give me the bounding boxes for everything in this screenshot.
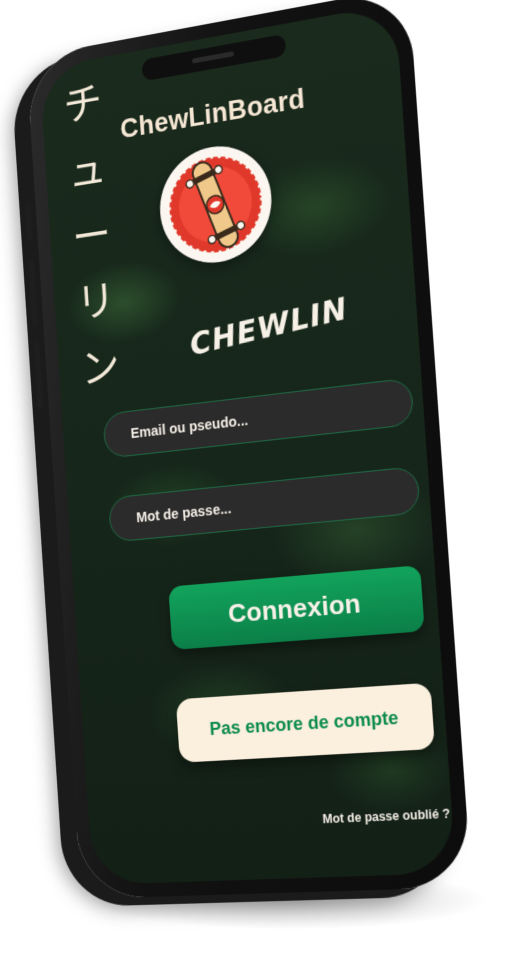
email-field[interactable] — [102, 377, 415, 459]
app-screen: チ ュ ー リ ン ChewLinBoard CHEWLIN Email ou … — [39, 3, 457, 885]
app-logo — [156, 137, 276, 270]
email-input[interactable] — [128, 396, 373, 443]
kana-char: ュ — [66, 143, 109, 197]
signup-button[interactable]: Pas encore de compte — [175, 682, 435, 763]
side-button — [33, 341, 44, 410]
kana-char: リ — [75, 275, 117, 329]
app-title: ChewLinBoard — [119, 83, 306, 145]
stage: チ ュ ー リ ン ChewLinBoard CHEWLIN Email ou … — [0, 0, 510, 959]
side-button — [24, 202, 33, 242]
password-input[interactable] — [133, 484, 379, 527]
phone-mockup: チ ュ ー リ ン ChewLinBoard CHEWLIN Email ou … — [24, 0, 472, 899]
kana-char: ン — [79, 341, 122, 394]
connect-button[interactable]: Connexion — [168, 565, 425, 650]
password-field[interactable] — [107, 465, 421, 543]
forgot-password-link[interactable]: Mot de passe oublié ? — [317, 806, 450, 826]
brand-wordmark: CHEWLIN — [187, 290, 351, 364]
skateboard-icon — [156, 138, 275, 270]
kana-char: ー — [70, 209, 113, 263]
side-button — [28, 259, 39, 328]
